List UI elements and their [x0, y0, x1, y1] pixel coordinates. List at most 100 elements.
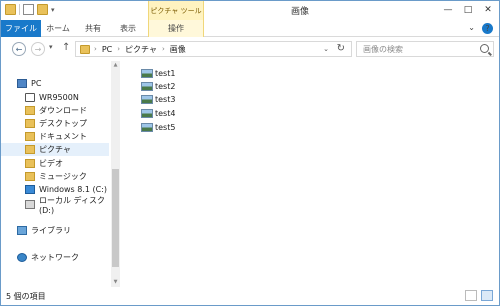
list-item[interactable]: test4: [141, 107, 175, 120]
navigation-bar: ← → ▾ ↑ › PC › ピクチャ › 画像 ⌄ ↻: [1, 38, 499, 60]
sidebar-item-label: ライブラリ: [31, 226, 71, 235]
help-icon[interactable]: ?: [482, 23, 493, 34]
file-name: test2: [155, 82, 176, 91]
scroll-up-icon[interactable]: ▲: [112, 62, 119, 69]
search-icon[interactable]: [480, 44, 489, 53]
title-bar: ▾ ピクチャ ツール 画像 — □ ✕: [1, 1, 499, 20]
sidebar-item-label: ピクチャ: [39, 145, 71, 154]
sidebar-item-libraries[interactable]: ライブラリ: [1, 224, 109, 237]
sidebar-item-label: ドキュメント: [39, 132, 87, 141]
sidebar-item-downloads[interactable]: ダウンロード: [1, 104, 109, 117]
properties-icon[interactable]: [23, 4, 34, 15]
details-view-icon[interactable]: [465, 290, 477, 301]
navigation-pane: PC WR9500N ダウンロード デスクトップ ドキュメント ピクチャ ビデオ: [1, 61, 121, 287]
forward-button[interactable]: →: [31, 42, 45, 56]
folder-icon[interactable]: [5, 4, 16, 15]
sidebar-scrollbar[interactable]: ▲ ▼: [111, 61, 120, 287]
videos-folder-icon: [25, 159, 35, 168]
refresh-icon[interactable]: ↻: [337, 43, 345, 54]
desktop-folder-icon: [25, 119, 35, 128]
sidebar-item-label: PC: [31, 79, 42, 88]
list-item[interactable]: test3: [141, 93, 175, 106]
breadcrumb-pc[interactable]: PC: [102, 45, 112, 54]
view-buttons: [465, 290, 493, 301]
item-count: 5 個の項目: [6, 292, 46, 301]
window-title: 画像: [291, 7, 310, 17]
breadcrumb-images[interactable]: 画像: [170, 44, 186, 55]
image-file-icon: [141, 109, 153, 118]
back-button[interactable]: ←: [12, 42, 26, 56]
sidebar-item-drive-d[interactable]: ローカル ディスク (D:): [1, 196, 109, 215]
image-file-icon: [141, 69, 153, 78]
sidebar-item-network[interactable]: ネットワーク: [1, 251, 109, 264]
new-folder-icon[interactable]: [37, 4, 48, 15]
image-file-icon: [141, 123, 153, 132]
search-box[interactable]: [356, 41, 494, 57]
scroll-down-icon[interactable]: ▼: [112, 279, 119, 286]
file-name: test3: [155, 95, 176, 104]
recent-locations-dropdown[interactable]: ▾: [49, 43, 53, 51]
window-controls: — □ ✕: [441, 3, 495, 16]
sidebar-item-label: ビデオ: [39, 159, 63, 168]
local-disk-icon: [25, 200, 35, 209]
status-bar: 5 個の項目: [1, 287, 499, 305]
network-icon: [17, 253, 27, 262]
image-file-icon: [141, 95, 153, 104]
list-item[interactable]: test1: [141, 67, 175, 80]
sidebar-item-documents[interactable]: ドキュメント: [1, 130, 109, 143]
tab-view[interactable]: 表示: [111, 20, 145, 37]
explorer-window: ▾ ピクチャ ツール 画像 — □ ✕ ファイル ホーム 共有 表示 操作 ⌄ …: [0, 0, 500, 306]
sidebar-item-desktop[interactable]: デスクトップ: [1, 117, 109, 130]
large-icons-view-icon[interactable]: [481, 290, 493, 301]
breadcrumb-separator[interactable]: ›: [162, 45, 165, 53]
system-drive-icon: [25, 185, 35, 194]
sidebar-item-pictures[interactable]: ピクチャ: [1, 143, 109, 156]
music-folder-icon: [25, 172, 35, 181]
quick-access-toolbar: ▾: [5, 4, 55, 15]
address-bar[interactable]: › PC › ピクチャ › 画像 ⌄ ↻: [75, 41, 352, 57]
sidebar-item-label: ミュージック: [39, 172, 87, 181]
address-dropdown[interactable]: ⌄: [323, 45, 329, 53]
library-icon: [17, 226, 27, 235]
ribbon-controls: ⌄ ?: [468, 23, 493, 34]
minimize-button[interactable]: —: [441, 3, 455, 16]
router-icon: [25, 93, 35, 102]
pictures-folder-icon: [25, 145, 35, 154]
list-item[interactable]: test2: [141, 80, 175, 93]
sidebar-item-wr9500n[interactable]: WR9500N: [1, 91, 109, 104]
tab-file[interactable]: ファイル: [1, 20, 41, 37]
sidebar-item-label: WR9500N: [39, 93, 79, 102]
search-input[interactable]: [357, 42, 475, 56]
picture-tools-context-label: ピクチャ ツール: [148, 1, 204, 20]
sidebar-item-label: Windows 8.1 (C:): [39, 185, 108, 194]
breadcrumb-separator[interactable]: ›: [94, 45, 97, 53]
file-name: test5: [155, 123, 176, 132]
scrollbar-thumb[interactable]: [112, 169, 119, 267]
breadcrumb-pictures[interactable]: ピクチャ: [125, 44, 157, 55]
documents-folder-icon: [25, 132, 35, 141]
sidebar-item-pc[interactable]: PC: [1, 77, 109, 90]
toolbar-separator: [19, 4, 20, 15]
file-name: test1: [155, 69, 176, 78]
pictures-folder-icon: [80, 44, 90, 54]
tab-home[interactable]: ホーム: [41, 20, 75, 37]
sidebar-item-label: ダウンロード: [39, 106, 87, 115]
maximize-button[interactable]: □: [461, 3, 475, 16]
sidebar-item-label: デスクトップ: [39, 119, 87, 128]
pc-icon: [17, 79, 27, 88]
sidebar-item-label: ローカル ディスク (D:): [39, 195, 105, 215]
tab-share[interactable]: 共有: [77, 20, 109, 37]
list-item[interactable]: test5: [141, 121, 175, 134]
sidebar-item-music[interactable]: ミュージック: [1, 170, 109, 183]
close-button[interactable]: ✕: [481, 3, 495, 16]
tab-manage[interactable]: 操作: [148, 20, 204, 37]
breadcrumb-separator[interactable]: ›: [117, 45, 120, 53]
quick-access-dropdown[interactable]: ▾: [51, 6, 55, 14]
sidebar-item-label: ネットワーク: [31, 253, 79, 262]
up-button[interactable]: ↑: [62, 42, 70, 53]
sidebar-item-videos[interactable]: ビデオ: [1, 157, 109, 170]
downloads-icon: [25, 106, 35, 115]
file-name: test4: [155, 109, 176, 118]
expand-ribbon-icon[interactable]: ⌄: [468, 23, 475, 34]
ribbon-tab-row: ファイル ホーム 共有 表示 操作 ⌄ ?: [1, 20, 499, 37]
